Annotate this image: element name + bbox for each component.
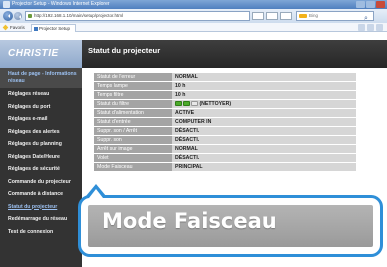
- row-value: COMPUTER IN: [172, 117, 356, 127]
- sidebar-item-security-settings[interactable]: Réglages de sécurité: [0, 163, 82, 176]
- row-label: Statut de l'erreur: [94, 73, 172, 82]
- maximize-icon[interactable]: [366, 1, 375, 8]
- browser-tab[interactable]: Projector Setup: [31, 24, 76, 32]
- window-titlebar: Projector Setup - Windows Internet Explo…: [0, 0, 387, 9]
- table-row: Statut du filtre (NETTOYER): [94, 99, 356, 109]
- url-controls: [252, 12, 292, 20]
- stop-icon[interactable]: [280, 12, 292, 20]
- filter-status-cell: (NETTOYER): [172, 99, 356, 109]
- row-value: PRINCIPAL: [172, 162, 356, 172]
- row-label: Suppr. son: [94, 135, 172, 145]
- callout-label-box: Mode Faisceau: [88, 205, 373, 247]
- sidebar-item-network-restart[interactable]: Redémarrage du réseau: [0, 213, 82, 226]
- table-row: Suppr. son DÉSACTI.: [94, 135, 356, 145]
- print-icon[interactable]: [376, 24, 383, 31]
- row-label: Volet: [94, 153, 172, 163]
- row-label: Statut d'alimentation: [94, 108, 172, 118]
- row-label: Mode Faisceau: [94, 162, 172, 172]
- row-value: 10 h: [172, 81, 356, 91]
- row-value: DÉSACTI.: [172, 126, 356, 136]
- close-icon[interactable]: [376, 1, 385, 8]
- refresh-icon[interactable]: [266, 12, 278, 20]
- table-row: Temps filtre 10 h: [94, 90, 356, 100]
- filter-segment-icon: [183, 101, 190, 107]
- favorites-bar: Favoris Projector Setup: [0, 23, 387, 32]
- filter-indicator: [175, 101, 198, 107]
- sidebar-item-port-settings[interactable]: Réglages du port: [0, 101, 82, 114]
- page-title: Statut du projecteur: [82, 40, 387, 68]
- feeds-icon[interactable]: [367, 24, 374, 31]
- table-row: Suppr. son / Arrêt DÉSACTI.: [94, 126, 356, 136]
- row-value: DÉSACTI.: [172, 135, 356, 145]
- search-icon[interactable]: ⌕: [362, 15, 370, 23]
- table-row: Mode Faisceau PRINCIPAL: [94, 162, 356, 172]
- sidebar-item-network-settings[interactable]: Réglages réseau: [0, 88, 82, 101]
- sidebar-item-schedule-settings[interactable]: Réglages du planning: [0, 138, 82, 151]
- window-title: Projector Setup - Windows Internet Explo…: [12, 1, 110, 7]
- table-row: Temps lampe 10 h: [94, 81, 356, 91]
- filter-status-value: (NETTOYER): [199, 101, 232, 107]
- row-value: NORMAL: [172, 73, 356, 82]
- table-row: Arrêt sur image NORMAL: [94, 144, 356, 154]
- sidebar-item-email-settings[interactable]: Réglages e-mail: [0, 113, 82, 126]
- window-controls: [356, 1, 385, 8]
- row-label: Temps lampe: [94, 81, 172, 91]
- home-icon[interactable]: [358, 24, 365, 31]
- row-label: Suppr. son / Arrêt: [94, 126, 172, 136]
- row-value: DÉSACTI.: [172, 153, 356, 163]
- sidebar-item-alert-settings[interactable]: Réglages des alertes: [0, 126, 82, 139]
- back-button[interactable]: [3, 11, 13, 21]
- filter-segment-icon: [175, 101, 182, 107]
- sidebar-nav: CHRISTIE Haut de page - Informations rés…: [0, 40, 82, 267]
- status-table: Statut de l'erreur NORMAL Temps lampe 10…: [94, 73, 356, 172]
- url-input[interactable]: http://192.168.1.10/main/setup/projector…: [25, 11, 250, 21]
- search-provider-icon: [299, 14, 307, 18]
- search-placeholder: Bing: [309, 13, 319, 18]
- sidebar-item-date-time-settings[interactable]: Réglages Date/Heure: [0, 151, 82, 164]
- sidebar-item-home[interactable]: Haut de page - Informations réseau: [0, 68, 82, 88]
- table-row: Statut d'entrée COMPUTER IN: [94, 117, 356, 127]
- browser-chrome: Projector Setup - Windows Internet Explo…: [0, 0, 387, 40]
- nav-list: Haut de page - Informations réseau Régla…: [0, 68, 82, 238]
- forward-button[interactable]: [14, 12, 22, 20]
- filter-segment-icon: [191, 101, 198, 107]
- favorites-button[interactable]: Favoris: [3, 23, 25, 32]
- table-row: Statut de l'erreur NORMAL: [94, 73, 356, 82]
- row-value: NORMAL: [172, 144, 356, 154]
- table-row: Statut d'alimentation ACTIVE: [94, 108, 356, 118]
- sidebar-item-projector-status[interactable]: Statut du projecteur: [0, 201, 82, 214]
- row-label: Temps filtre: [94, 90, 172, 100]
- row-label: Statut d'entrée: [94, 117, 172, 127]
- callout-pointer-inner: [89, 189, 103, 198]
- row-label: Statut du filtre: [94, 99, 172, 109]
- address-bar-row: http://192.168.1.10/main/setup/projector…: [0, 9, 387, 23]
- row-value: ACTIVE: [172, 108, 356, 118]
- dropdown-icon[interactable]: [252, 12, 264, 20]
- sidebar-item-connection-test[interactable]: Test de connexion: [0, 226, 82, 239]
- table-row: Volet DÉSACTI.: [94, 153, 356, 163]
- christie-logo: CHRISTIE: [0, 40, 82, 68]
- row-label: Arrêt sur image: [94, 144, 172, 154]
- search-input[interactable]: Bing ⌕: [296, 11, 374, 23]
- callout-magnifier: Mode Faisceau: [78, 195, 383, 257]
- toolbar-buttons: [358, 24, 383, 31]
- browser-icon: [3, 1, 10, 8]
- sidebar-item-remote-control[interactable]: Commande à distance: [0, 188, 82, 201]
- callout-label: Mode Faisceau: [102, 209, 277, 233]
- sidebar-item-projector-control[interactable]: Commande du projecteur: [0, 176, 82, 189]
- minimize-icon[interactable]: [356, 1, 365, 8]
- row-value: 10 h: [172, 90, 356, 100]
